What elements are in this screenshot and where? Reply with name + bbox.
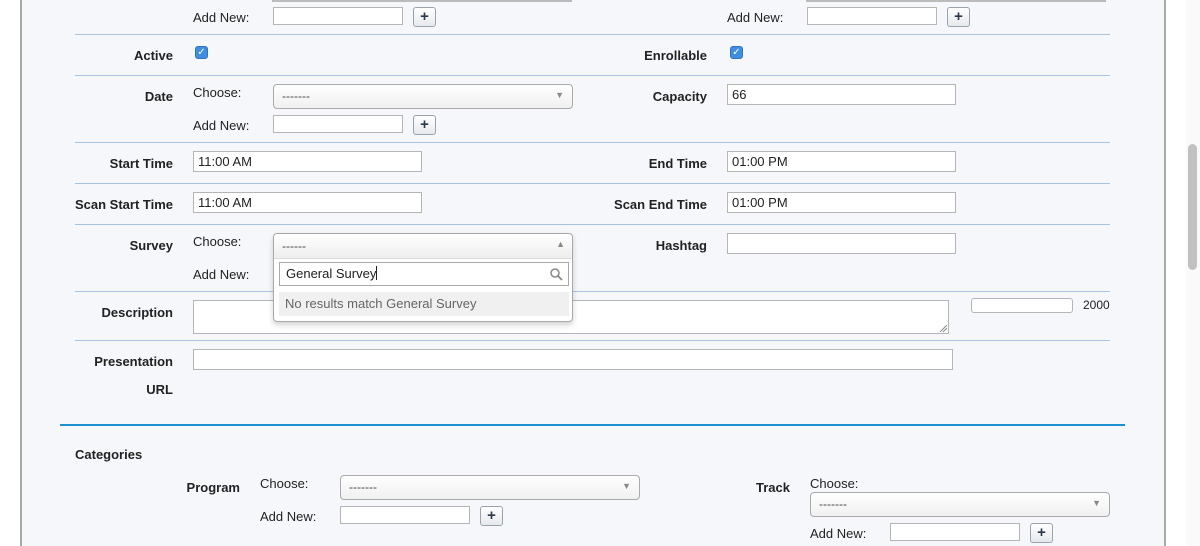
program-label: Program [186,480,240,495]
survey-search-input[interactable]: General Survey [279,262,569,286]
row-divider [75,34,1110,35]
date-label: Date [144,89,173,104]
plus-icon: + [420,8,429,25]
scrollbar-thumb[interactable] [1188,144,1197,270]
scrollbar-track[interactable] [1186,0,1200,546]
active-label: Active [133,48,173,63]
capacity-input[interactable]: 66 [727,84,956,105]
date-select[interactable]: ------- ▼ [273,84,573,109]
hashtag-label: Hashtag [655,238,707,253]
row-divider [75,224,1110,225]
track-select[interactable]: ------- ▼ [810,492,1110,517]
char-limit-text: 2000 [1083,298,1110,312]
program-add-new-input[interactable] [340,506,470,524]
track-add-new-input[interactable] [890,523,1020,541]
program-selected-value: ------- [349,480,377,494]
active-checkbox[interactable]: ✓ [195,46,208,59]
start-time-label: Start Time [109,156,173,171]
plus-icon: + [487,507,496,524]
survey-select-dropdown[interactable]: ------ ▲ General Survey No results match… [273,233,573,322]
search-icon [550,268,563,281]
checkbox-checked-icon: ✓ [732,47,741,58]
track-selected-value: ------- [819,497,847,511]
add-new-label: Add New: [193,267,250,282]
chevron-up-icon: ▲ [556,239,565,249]
presentation-url-label-line1: Presentation [94,354,173,369]
scan-start-time-label: Scan Start Time [74,197,173,212]
chevron-down-icon: ▼ [1092,498,1101,508]
scan-start-time-input[interactable]: 11:00 AM [193,192,422,213]
choose-label: Choose: [810,476,859,491]
survey-search-value: General Survey [286,266,377,281]
plus-icon: + [1037,524,1046,541]
row-divider [75,75,1110,76]
add-button[interactable]: + [413,7,436,27]
add-new-label: Add New: [193,10,250,25]
resize-handle-icon[interactable] [940,325,947,332]
select-bottom-edge [272,0,572,2]
row-divider [75,340,1110,341]
plus-icon: + [420,116,429,133]
enrollable-label: Enrollable [644,48,707,63]
description-label: Description [101,305,173,320]
add-new-label: Add New: [810,526,867,541]
start-time-input[interactable]: 11:00 AM [193,151,422,172]
track-add-button[interactable]: + [1030,523,1053,543]
add-button[interactable]: + [947,7,970,27]
categories-title: Categories [75,447,143,462]
survey-selected-value: ------ [282,239,306,253]
survey-select-head[interactable]: ------ ▲ [274,234,572,259]
no-results-message: No results match General Survey [279,292,569,316]
choose-label: Choose: [260,476,309,491]
presentation-url-label-line2: URL [146,382,173,397]
date-selected-value: ------- [282,89,310,103]
program-add-button[interactable]: + [480,506,503,526]
choose-label: Choose: [193,234,242,249]
date-add-new-input[interactable] [273,115,403,133]
plus-icon: + [954,8,963,25]
scan-end-time-label: Scan End Time [614,197,707,212]
program-select[interactable]: ------- ▼ [340,475,640,500]
checkbox-checked-icon: ✓ [197,47,206,58]
text-caret [376,266,378,280]
choose-label: Choose: [193,85,242,100]
window-border-right [1164,0,1166,546]
chevron-down-icon: ▼ [622,481,631,491]
end-time-label: End Time [648,156,707,171]
categories-divider [60,424,1125,426]
row-divider [75,142,1110,143]
add-new-label: Add New: [727,10,784,25]
add-new-label: Add New: [260,509,317,524]
row-divider [75,183,1110,184]
row-divider [75,291,1110,292]
add-new-input[interactable] [273,7,403,25]
char-counter-field [971,298,1073,313]
scan-end-time-input[interactable]: 01:00 PM [727,192,956,213]
track-label: Track [756,480,790,495]
add-new-input[interactable] [807,7,937,25]
date-add-button[interactable]: + [413,115,436,135]
presentation-url-input[interactable] [193,349,953,370]
end-time-input[interactable]: 01:00 PM [727,151,956,172]
survey-label: Survey [129,238,173,253]
chevron-down-icon: ▼ [555,90,564,100]
add-new-label: Add New: [193,118,250,133]
capacity-label: Capacity [652,89,707,104]
hashtag-input[interactable] [727,233,956,254]
enrollable-checkbox[interactable]: ✓ [730,46,743,59]
select-bottom-edge [806,0,1106,2]
